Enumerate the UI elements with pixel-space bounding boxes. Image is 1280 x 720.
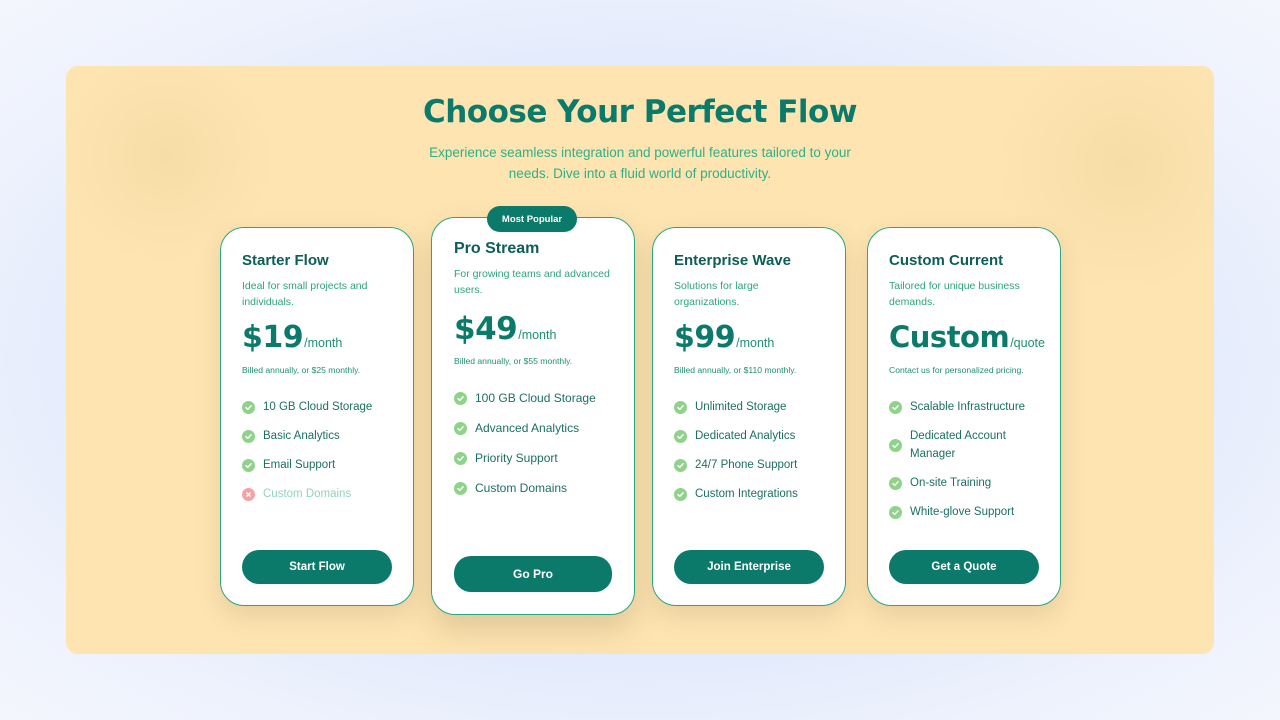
feature-list: Unlimited Storage Dedicated Analytics 24… — [674, 398, 825, 503]
most-popular-badge: Most Popular — [487, 206, 577, 232]
check-icon — [889, 438, 902, 452]
cross-icon — [242, 487, 255, 501]
plan-card-custom: Custom Current Tailored for unique busin… — [867, 227, 1061, 606]
feature-list: 10 GB Cloud Storage Basic Analytics Emai… — [242, 398, 393, 503]
feature-label: 24/7 Phone Support — [695, 459, 798, 471]
feature-item: Advanced Analytics — [454, 419, 612, 437]
feature-item: Unlimited Storage — [674, 398, 825, 416]
feature-list: Scalable Infrastructure Dedicated Accoun… — [889, 398, 1040, 521]
check-icon — [242, 429, 255, 443]
check-icon — [674, 400, 687, 414]
feature-label: Custom Domains — [263, 488, 352, 500]
join-enterprise-button[interactable]: Join Enterprise — [674, 550, 824, 584]
plan-price: $99 — [674, 320, 736, 355]
plan-name: Starter Flow — [242, 252, 329, 269]
feature-label: Unlimited Storage — [695, 401, 787, 413]
page-subtitle: Experience seamless integration and powe… — [429, 145, 851, 181]
feature-label: 10 GB Cloud Storage — [263, 401, 373, 413]
check-icon — [674, 487, 687, 501]
check-icon — [674, 429, 687, 443]
billing-note: Billed annually, or $110 monthly. — [674, 365, 797, 375]
feature-item: Basic Analytics — [242, 427, 393, 445]
price-row: $99 /month — [674, 320, 825, 356]
feature-item: White-glove Support — [889, 503, 1040, 521]
feature-label: On-site Training — [910, 477, 992, 489]
feature-label: White-glove Support — [910, 506, 1015, 518]
feature-item: Custom Integrations — [674, 485, 825, 503]
feature-label: Email Support — [263, 459, 336, 471]
plan-name: Enterprise Wave — [674, 252, 791, 269]
page-title: Choose Your Perfect Flow — [422, 94, 858, 130]
plan-description: Solutions for large organizations. — [674, 280, 759, 308]
price-row: Custom /quote — [889, 320, 1045, 356]
feature-list: 100 GB Cloud Storage Advanced Analytics … — [454, 389, 612, 497]
plan-description: Tailored for unique business demands. — [889, 280, 1020, 308]
billing-note: Billed annually, or $25 monthly. — [242, 365, 361, 375]
plan-price: Custom — [889, 320, 1010, 354]
pricing-panel: Choose Your Perfect Flow Experience seam… — [66, 66, 1214, 654]
plan-description: Ideal for small projects and individuals… — [242, 280, 368, 308]
plan-period: /month — [736, 336, 775, 350]
feature-label: 100 GB Cloud Storage — [475, 391, 596, 405]
check-icon — [454, 421, 467, 435]
plan-period: /month — [518, 328, 557, 342]
check-icon — [242, 400, 255, 414]
plan-name: Custom Current — [889, 252, 1004, 269]
feature-item: Email Support — [242, 456, 393, 474]
billing-note: Billed annually, or $55 monthly. — [454, 356, 573, 366]
feature-label: Dedicated Analytics — [695, 430, 796, 442]
get-quote-button[interactable]: Get a Quote — [889, 550, 1039, 584]
feature-label: Advanced Analytics — [475, 421, 580, 435]
start-flow-button[interactable]: Start Flow — [242, 550, 392, 584]
check-icon — [454, 391, 467, 405]
check-icon — [242, 458, 255, 472]
feature-label: Custom Domains — [475, 481, 568, 495]
feature-label: Custom Integrations — [695, 488, 798, 500]
billing-note: Contact us for personalized pricing. — [889, 365, 1024, 375]
feature-item: 100 GB Cloud Storage — [454, 389, 612, 407]
plan-card-starter: Starter Flow Ideal for small projects an… — [220, 227, 414, 606]
plan-name: Pro Stream — [454, 240, 540, 257]
check-icon — [674, 458, 687, 472]
check-icon — [889, 505, 902, 519]
check-icon — [889, 476, 902, 490]
feature-item: Priority Support — [454, 449, 612, 467]
feature-item: On-site Training — [889, 474, 1040, 492]
check-icon — [889, 400, 902, 414]
feature-item: 10 GB Cloud Storage — [242, 398, 393, 416]
check-icon — [454, 451, 467, 465]
plan-card-pro: Most Popular Pro Stream For growing team… — [431, 206, 635, 615]
plan-card-enterprise: Enterprise Wave Solutions for large orga… — [652, 227, 846, 606]
plan-period: /month — [304, 336, 343, 350]
price-row: $19 /month — [242, 320, 393, 356]
feature-item: Custom Domains — [454, 479, 612, 497]
plan-price: $19 — [242, 320, 304, 355]
feature-item-excluded: Custom Domains — [242, 485, 393, 503]
plan-period: /quote — [1010, 336, 1045, 350]
go-pro-button[interactable]: Go Pro — [454, 556, 612, 592]
plan-price: $49 — [454, 311, 518, 347]
feature-item: 24/7 Phone Support — [674, 456, 825, 474]
feature-label: Basic Analytics — [263, 430, 340, 442]
plan-description: For growing teams and advanced users. — [454, 268, 610, 296]
feature-label: Dedicated Account Manager — [910, 430, 1006, 460]
feature-label: Priority Support — [475, 451, 558, 465]
feature-label: Scalable Infrastructure — [910, 401, 1026, 413]
check-icon — [454, 481, 467, 495]
price-row: $49 /month — [454, 311, 612, 347]
feature-item: Scalable Infrastructure — [889, 398, 1040, 416]
feature-item: Dedicated Account Manager — [889, 427, 1040, 463]
feature-item: Dedicated Analytics — [674, 427, 825, 445]
